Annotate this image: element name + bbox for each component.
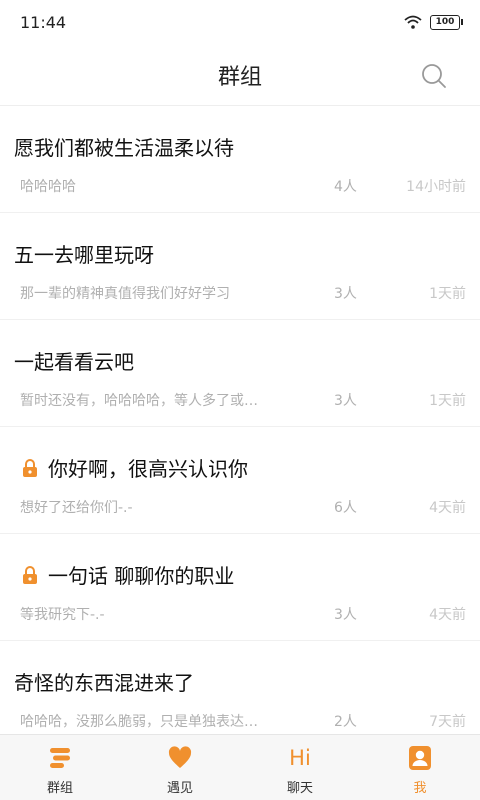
- battery-icon: 100: [430, 14, 463, 30]
- group-item[interactable]: 一起看看云吧 暂时还没有，哈哈哈哈，等人多了或… 3人 1天前: [0, 320, 480, 427]
- list-icon: [50, 748, 70, 768]
- group-title: 一句话 聊聊你的职业: [14, 560, 234, 589]
- group-preview: 那一辈的精神真值得我们好好学习: [20, 286, 230, 302]
- heart-icon: [168, 746, 192, 768]
- page-title: 群组: [217, 64, 262, 90]
- group-time: 4天前: [429, 607, 466, 623]
- profile-icon: [409, 746, 431, 770]
- group-time: 4天前: [429, 500, 466, 516]
- group-member-count: 4人: [334, 179, 357, 195]
- tab-meet[interactable]: 遇见: [120, 735, 240, 800]
- tab-label: 遇见: [166, 781, 193, 796]
- group-title: 五一去哪里玩呀: [14, 243, 154, 267]
- tab-chat[interactable]: Hi 聊天: [240, 735, 360, 800]
- wifi-icon: [404, 15, 422, 29]
- status-bar: 11:44 100: [0, 0, 480, 44]
- group-item[interactable]: 奇怪的东西混进来了 哈哈哈，没那么脆弱，只是单独表达… 2人 7天前: [0, 641, 480, 734]
- status-time: 11:44: [20, 12, 67, 32]
- tab-label: 群组: [46, 781, 73, 796]
- group-preview: 想好了还给你们-.-: [20, 500, 133, 516]
- search-icon[interactable]: [420, 62, 448, 90]
- group-time: 7天前: [429, 714, 466, 730]
- group-preview: 等我研究下-.-: [20, 607, 105, 623]
- group-item[interactable]: 五一去哪里玩呀 那一辈的精神真值得我们好好学习 3人 1天前: [0, 213, 480, 320]
- group-item[interactable]: 愿我们都被生活温柔以待 哈哈哈哈 4人 14小时前: [0, 106, 480, 213]
- tab-me[interactable]: 我: [360, 735, 480, 800]
- group-member-count: 3人: [334, 607, 357, 623]
- nav-bar: 群组: [0, 44, 480, 106]
- tab-label: 我: [413, 781, 427, 796]
- group-item[interactable]: 你好啊，很高兴认识你 想好了还给你们-.- 6人 4天前: [0, 427, 480, 534]
- status-icons: 100: [404, 14, 463, 30]
- group-time: 1天前: [429, 393, 466, 409]
- group-member-count: 3人: [334, 286, 357, 302]
- group-time: 1天前: [429, 286, 466, 302]
- group-member-count: 3人: [334, 393, 357, 409]
- group-member-count: 2人: [334, 714, 357, 730]
- group-title: 一起看看云吧: [14, 350, 134, 374]
- hi-icon: Hi: [289, 746, 311, 770]
- lock-icon: [23, 458, 37, 477]
- group-title: 你好啊，很高兴认识你: [14, 453, 248, 482]
- group-time: 14小时前: [406, 179, 466, 195]
- tab-bar: 群组 遇见 Hi 聊天 我: [0, 734, 480, 800]
- group-list: 愿我们都被生活温柔以待 哈哈哈哈 4人 14小时前 五一去哪里玩呀 那一辈的精神…: [0, 106, 480, 734]
- tab-label: 聊天: [286, 781, 313, 796]
- group-title: 奇怪的东西混进来了: [14, 671, 194, 695]
- group-title: 愿我们都被生活温柔以待: [14, 136, 234, 160]
- tab-groups[interactable]: 群组: [0, 735, 120, 800]
- group-preview: 哈哈哈，没那么脆弱，只是单独表达…: [20, 714, 258, 730]
- group-member-count: 6人: [334, 500, 357, 516]
- group-preview: 哈哈哈哈: [20, 179, 76, 195]
- lock-icon: [23, 565, 37, 584]
- group-preview: 暂时还没有，哈哈哈哈，等人多了或…: [20, 393, 258, 409]
- group-item[interactable]: 一句话 聊聊你的职业 等我研究下-.- 3人 4天前: [0, 534, 480, 641]
